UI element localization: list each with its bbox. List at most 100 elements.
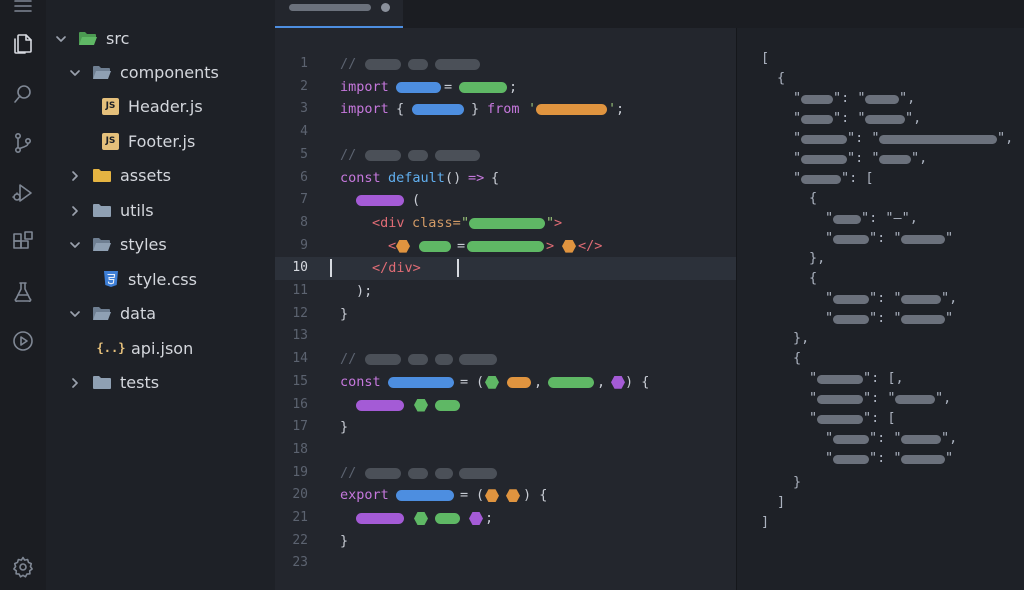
chevron-right-icon[interactable]	[68, 168, 82, 182]
tree-file-api-json[interactable]: {..} api.json	[96, 333, 194, 363]
json-key-placeholder	[833, 235, 869, 244]
code-line: 18	[275, 439, 736, 462]
comment-placeholder	[408, 149, 428, 161]
punct-token: (	[476, 487, 485, 504]
json-punct: ": "	[869, 450, 902, 466]
extensions-icon[interactable]	[7, 226, 39, 258]
json-key-placeholder	[801, 155, 847, 164]
json-punct: ",	[941, 430, 958, 446]
json-preview-panel[interactable]: [ { " ": " ", " ": " ", " ": " ", " ": "…	[737, 28, 1024, 590]
jsx-tag-token: </>	[578, 237, 603, 254]
line-number: 10	[292, 260, 308, 276]
tree-label: tests	[120, 372, 160, 392]
json-file-icon: {..}	[96, 341, 126, 355]
json-value-placeholder	[895, 395, 935, 404]
run-history-icon[interactable]	[7, 325, 39, 357]
line-number: 5	[300, 146, 308, 162]
testing-flask-icon[interactable]	[7, 276, 39, 308]
json-key-placeholder	[833, 455, 869, 464]
json-punct: ",	[941, 290, 958, 306]
folder-icon	[92, 374, 112, 390]
code-editor[interactable]: 1 // 2 import = ; 3 import { } from ' ' …	[275, 28, 736, 590]
string-placeholder	[467, 240, 544, 252]
tab-title-placeholder	[289, 4, 371, 11]
code-line: 12 }	[275, 303, 736, 326]
keyword-token: export	[340, 487, 389, 504]
punct-token: ,	[534, 373, 543, 390]
comment-token: //	[340, 351, 357, 368]
line-number: 8	[300, 214, 308, 230]
json-value-placeholder	[901, 455, 945, 464]
editor-tab-active[interactable]	[275, 0, 403, 28]
identifier-placeholder	[435, 513, 460, 524]
tree-folder-components[interactable]: components	[68, 57, 219, 87]
tree-label: data	[120, 303, 157, 323]
text-cursor	[457, 259, 459, 278]
source-control-icon[interactable]	[7, 127, 39, 159]
string-token: '	[608, 101, 617, 118]
code-line: 11 );	[275, 280, 736, 303]
chevron-down-icon[interactable]	[54, 31, 68, 45]
operator-token: =	[444, 78, 453, 95]
json-punct: ": "	[863, 390, 896, 406]
tree-folder-data[interactable]: data	[68, 298, 156, 328]
tree-folder-styles[interactable]: styles	[68, 229, 167, 259]
chevron-right-icon[interactable]	[68, 375, 82, 389]
json-punct: {	[809, 270, 818, 286]
code-line: 22 }	[275, 530, 736, 553]
search-icon[interactable]	[7, 78, 39, 110]
keyword-placeholder	[356, 513, 404, 524]
chevron-down-icon[interactable]	[68, 65, 82, 79]
json-key-placeholder	[833, 435, 869, 444]
json-punct: ]	[777, 494, 786, 510]
tree-label: components	[120, 62, 219, 82]
folder-icon	[92, 167, 112, 183]
chevron-down-icon[interactable]	[68, 306, 82, 320]
json-value-placeholder	[901, 315, 945, 324]
keyword-token: const	[340, 169, 381, 186]
punct-token: ;	[485, 510, 494, 526]
punct-token: }	[340, 532, 349, 549]
line-number: 11	[292, 283, 308, 298]
json-punct: "	[809, 410, 818, 426]
tree-folder-tests[interactable]: tests	[68, 367, 159, 397]
identifier-placeholder	[435, 399, 460, 411]
tab-close-dot-icon[interactable]	[381, 3, 390, 12]
json-punct: ": "	[869, 230, 902, 246]
tree-file-style-css[interactable]: style.css	[102, 264, 197, 294]
tree-folder-assets[interactable]: assets	[68, 160, 171, 190]
run-debug-icon[interactable]	[7, 177, 39, 209]
json-punct: ": "	[869, 310, 902, 326]
json-value-placeholder	[901, 295, 941, 304]
identifier-placeholder	[388, 376, 454, 388]
tree-folder-src[interactable]: src	[54, 23, 129, 53]
punct-token: ,	[597, 373, 606, 390]
comment-placeholder	[459, 354, 497, 366]
tree-file-footer-js[interactable]: JS Footer.js	[102, 126, 195, 156]
chevron-right-icon[interactable]	[68, 203, 82, 217]
json-punct: }	[793, 474, 802, 490]
comment-placeholder	[365, 59, 401, 70]
keyword-token: import	[340, 101, 389, 118]
json-punct: "	[793, 130, 802, 146]
json-punct: },	[809, 250, 826, 266]
string-token: "	[546, 214, 555, 231]
hamburger-menu-icon[interactable]	[7, 0, 39, 22]
chevron-down-icon[interactable]	[68, 237, 82, 251]
folder-open-icon	[92, 305, 112, 321]
json-key-placeholder	[801, 95, 833, 104]
files-explorer-icon[interactable]	[7, 28, 39, 60]
json-punct: "	[825, 310, 834, 326]
punct-token: }	[340, 305, 349, 322]
tree-file-header-js[interactable]: JS Header.js	[102, 91, 203, 121]
tree-folder-utils[interactable]: utils	[68, 195, 154, 225]
json-punct: ": "	[847, 150, 880, 166]
settings-gear-icon[interactable]	[7, 551, 39, 583]
string-placeholder	[469, 217, 545, 229]
keyword-token: import	[340, 78, 389, 95]
code-line: 1 //	[275, 53, 736, 76]
json-punct: "	[945, 450, 954, 466]
line-number: 19	[292, 464, 308, 480]
hexagon-token-icon	[485, 489, 499, 503]
keyword-placeholder	[356, 399, 404, 411]
